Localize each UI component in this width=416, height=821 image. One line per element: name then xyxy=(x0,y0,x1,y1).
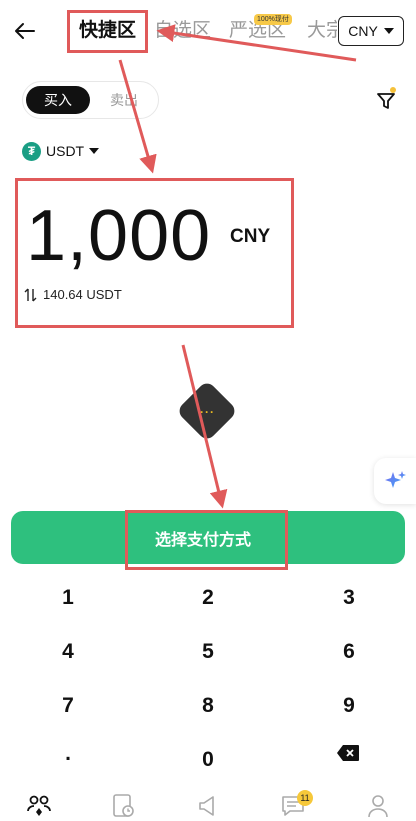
key-3[interactable]: 3 xyxy=(289,578,409,618)
chat-badge: 11 xyxy=(297,790,313,806)
ai-assistant-button[interactable] xyxy=(374,458,416,504)
tab-custom[interactable]: 自选区 xyxy=(154,18,211,44)
annotation-box-tab xyxy=(67,10,148,53)
swap-icon xyxy=(24,288,37,301)
currency-label: CNY xyxy=(348,23,378,39)
converted-value: 140.64 USDT xyxy=(43,287,122,302)
key-7[interactable]: 7 xyxy=(8,686,128,726)
p2p-icon[interactable] xyxy=(24,791,54,821)
sell-button[interactable]: 卖出 xyxy=(96,86,152,114)
buy-button[interactable]: 买入 xyxy=(26,86,90,114)
key-5[interactable]: 5 xyxy=(148,632,268,672)
filter-icon[interactable] xyxy=(375,90,397,112)
currency-selector[interactable]: CNY xyxy=(338,16,404,46)
backspace-icon[interactable] xyxy=(336,744,360,762)
key-8[interactable]: 8 xyxy=(148,686,268,726)
amount-value: 1,000 xyxy=(26,196,212,276)
sparkle-icon xyxy=(385,471,406,488)
strict-badge: 100%现付 xyxy=(254,14,292,25)
key-decimal[interactable]: . xyxy=(8,734,128,774)
chevron-down-icon xyxy=(89,148,100,154)
orders-icon[interactable] xyxy=(108,791,138,821)
filter-dot xyxy=(390,87,396,93)
key-6[interactable]: 6 xyxy=(289,632,409,672)
back-arrow-icon[interactable] xyxy=(12,18,38,44)
tab-bulk[interactable]: 大宗区 xyxy=(307,18,337,44)
converted-amount[interactable]: 140.64 USDT xyxy=(24,287,122,302)
annotation-box-button xyxy=(125,510,288,570)
key-1[interactable]: 1 xyxy=(8,578,128,618)
coin-symbol: USDT xyxy=(46,143,85,159)
loader-dots: ··· xyxy=(200,405,215,419)
key-9[interactable]: 9 xyxy=(289,686,409,726)
key-0[interactable]: 0 xyxy=(148,740,268,780)
coin-selector[interactable]: ₮ USDT xyxy=(22,140,100,162)
key-2[interactable]: 2 xyxy=(148,578,268,618)
ads-icon[interactable] xyxy=(193,791,223,821)
key-4[interactable]: 4 xyxy=(8,632,128,672)
tether-icon: ₮ xyxy=(22,141,41,161)
amount-currency: CNY xyxy=(230,226,271,247)
chevron-down-icon xyxy=(383,28,394,34)
profile-icon[interactable] xyxy=(363,791,393,821)
